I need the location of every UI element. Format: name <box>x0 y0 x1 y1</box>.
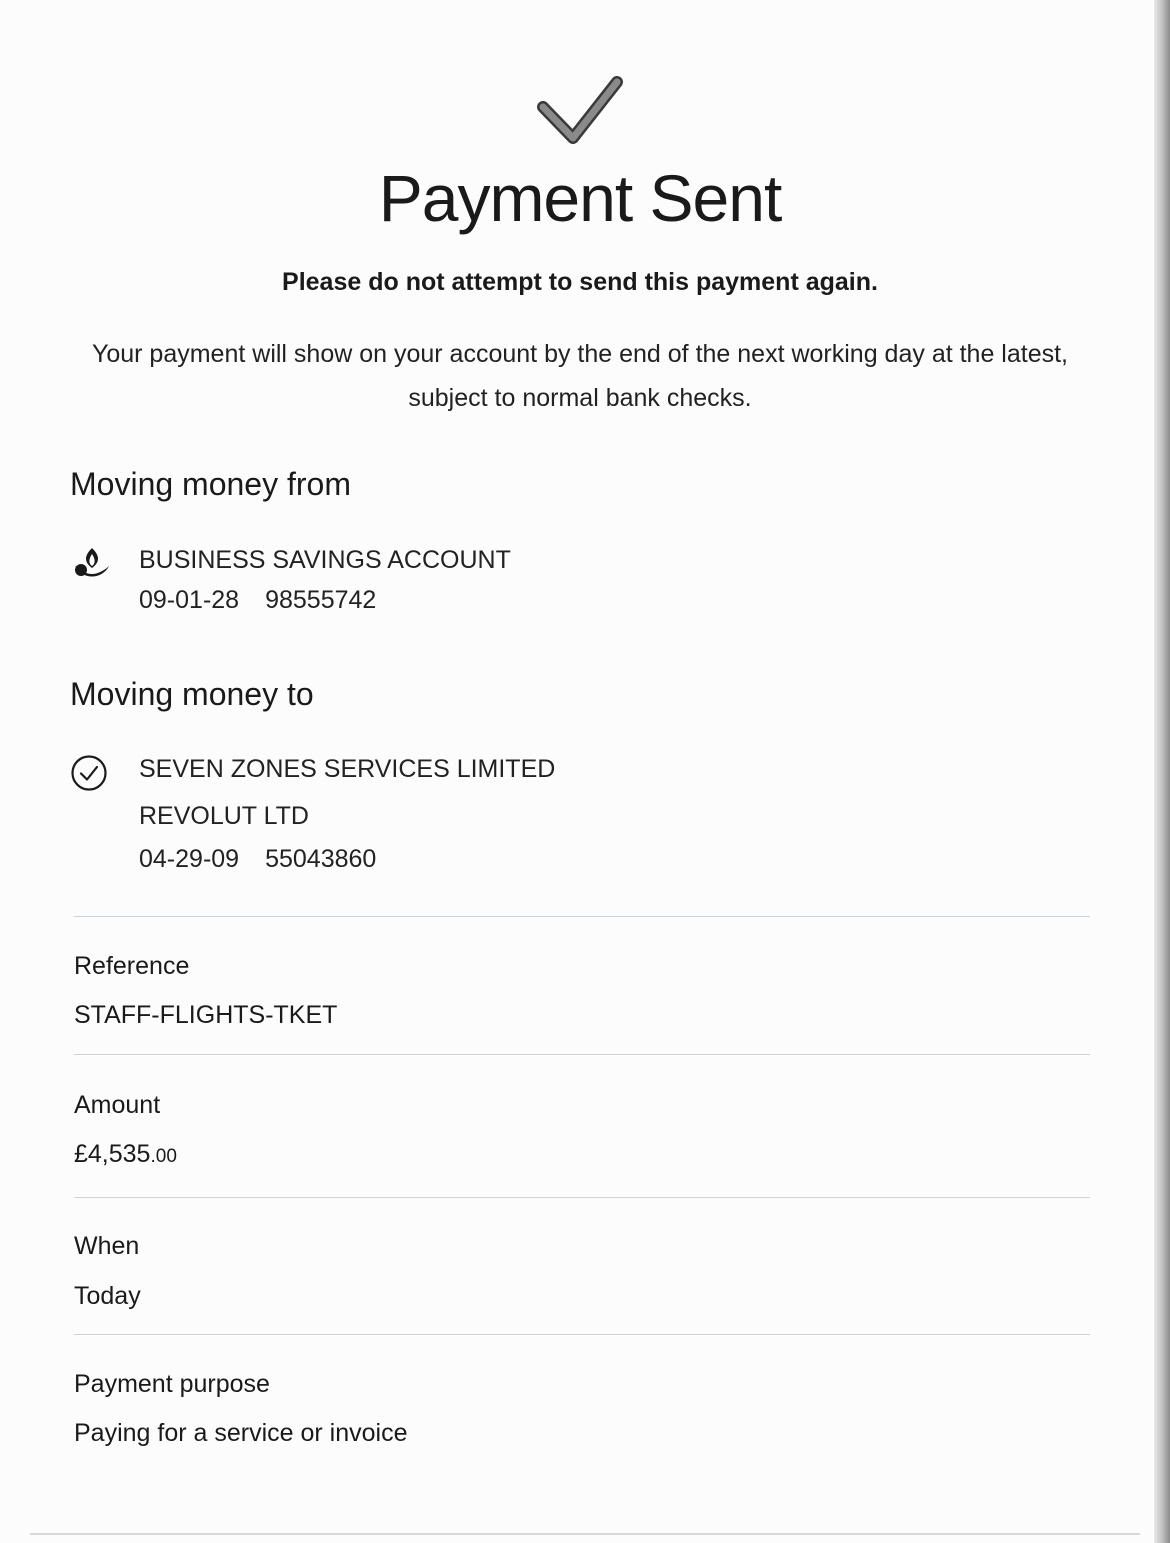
amount-label: Amount <box>74 1091 161 1119</box>
success-check-icon <box>537 76 623 144</box>
purpose-value: Paying for a service or invoice <box>74 1419 408 1447</box>
from-account-numbers: 09-01-28 98555742 <box>139 586 376 615</box>
from-account-number: 98555742 <box>265 586 377 614</box>
when-label: When <box>74 1232 140 1260</box>
info-message: Your payment will show on your account b… <box>91 340 1069 412</box>
payee-account-numbers: 04-29-09 55043860 <box>139 845 376 874</box>
page-title: Payment Sent <box>378 161 783 235</box>
reference-label: Reference <box>74 952 190 980</box>
from-section-title: Moving money from <box>70 466 351 502</box>
divider <box>74 916 1090 917</box>
check-circle-icon <box>71 755 107 791</box>
amount-main: £4,535 <box>74 1140 151 1168</box>
to-section-title: Moving money to <box>70 676 314 712</box>
bottom-divider <box>30 1533 1140 1535</box>
warning-message: Please do not attempt to send this payme… <box>282 268 878 296</box>
purpose-label: Payment purpose <box>74 1370 270 1398</box>
bank-logo-icon <box>75 548 109 577</box>
amount-value: £4,535.00 <box>74 1140 177 1169</box>
divider <box>74 1054 1090 1055</box>
divider <box>74 1334 1090 1335</box>
from-account-name: BUSINESS SAVINGS ACCOUNT <box>139 546 511 574</box>
payee-name: SEVEN ZONES SERVICES LIMITED <box>139 755 556 783</box>
reference-value: STAFF-FLIGHTS-TKET <box>74 1001 338 1029</box>
amount-pence: .00 <box>150 1146 177 1167</box>
from-sort-code: 09-01-28 <box>139 586 240 614</box>
divider <box>74 1197 1090 1198</box>
payee-bank: REVOLUT LTD <box>139 802 309 830</box>
when-value: Today <box>74 1282 141 1310</box>
to-sort-code: 04-29-09 <box>139 845 240 873</box>
to-account-number: 55043860 <box>265 845 377 873</box>
